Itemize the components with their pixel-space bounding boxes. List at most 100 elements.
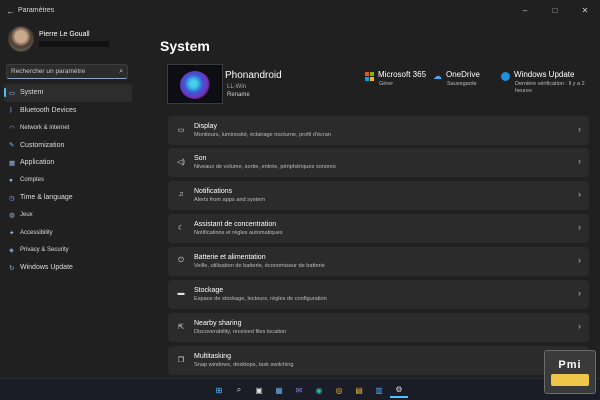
sidebar-item-label: Network & internet [20, 124, 70, 131]
title-bar: ← Paramètres – □ ✕ [0, 0, 600, 22]
sidebar-item-network[interactable]: ◠ Network & internet [4, 119, 132, 137]
display-icon: ▭ [177, 127, 185, 134]
card-sound[interactable]: ◁) Son Niveaux de volume, sortie, entrée… [168, 148, 589, 177]
card-subtitle: Espace de stockage, lecteurs, règles de … [194, 296, 327, 302]
card-subtitle: Notifications et règles automatiques [194, 230, 283, 236]
user-name: Pierre Le Gouall [39, 31, 90, 38]
sidebar-item-time-language[interactable]: ◷ Time & language [4, 189, 132, 207]
chevron-right-icon: › [578, 321, 581, 331]
card-title: Multitasking [194, 353, 231, 360]
sidebar-item-label: Customization [20, 141, 65, 149]
sidebar-item-gaming[interactable]: ◍ Jeux [4, 207, 132, 225]
card-display[interactable]: ▭ Display Moniteurs, luminosité, éclaira… [168, 116, 589, 145]
quick-subtitle-line2: heures [515, 88, 532, 94]
card-subtitle: Discoverability, received files location [194, 329, 287, 335]
apps-icon: ▦ [9, 159, 16, 167]
sidebar-nav: ▭ System ᛒ Bluetooth Devices ◠ Network &… [4, 84, 132, 277]
profile-info: Pierre Le Gouall [39, 31, 109, 47]
card-title: Batterie et alimentation [194, 254, 266, 261]
keyboard-icon [551, 373, 589, 386]
sidebar-item-label: Application [20, 159, 55, 167]
search-input[interactable] [11, 68, 120, 75]
sidebar-item-windows-update[interactable]: ↻ Windows Update [4, 259, 132, 277]
settings-icon[interactable]: ⚙ [390, 382, 408, 398]
rename-link[interactable]: Rename [227, 92, 250, 98]
card-subtitle: Niveaux de volume, sortie, entrée, périp… [194, 164, 336, 170]
quick-subtitle: Sauvegarde [447, 81, 477, 87]
card-title: Son [194, 155, 207, 162]
card-subtitle: Moniteurs, luminosité, éclairage nocturn… [194, 132, 331, 138]
back-arrow-icon[interactable]: ← [6, 6, 15, 16]
sidebar-item-privacy[interactable]: ◈ Privacy & Security [4, 242, 132, 260]
quick-title: Microsoft 365 [378, 70, 427, 79]
minimize-button[interactable]: – [510, 0, 540, 20]
chevron-right-icon: › [578, 255, 581, 265]
sidebar-item-bluetooth[interactable]: ᛒ Bluetooth Devices [4, 102, 132, 120]
chevron-right-icon: › [578, 288, 581, 298]
redacted-email [39, 41, 109, 47]
card-title: Display [194, 123, 217, 130]
card-storage[interactable]: ▬ Stockage Espace de stockage, lecteurs,… [168, 280, 589, 309]
close-button[interactable]: ✕ [570, 0, 600, 20]
quick-title: OneDrive [446, 70, 480, 79]
sidebar-item-label: Windows Update [20, 264, 73, 272]
bluetooth-icon: ᛒ [9, 106, 13, 114]
cloud-icon: ☁ [433, 71, 442, 81]
quick-subtitle: Dernière vérification : Il y a 2 [515, 81, 585, 87]
user-profile[interactable]: Pierre Le Gouall [8, 26, 109, 52]
chevron-right-icon: › [578, 156, 581, 166]
chrome-icon[interactable]: ◎ [330, 382, 348, 398]
microsoft-logo-icon [365, 72, 374, 81]
card-title: Notifications [194, 188, 233, 195]
sidebar-item-apps[interactable]: ▦ Application [4, 154, 132, 172]
update-icon [501, 72, 510, 81]
storage-icon: ▬ [177, 290, 185, 297]
edge-icon[interactable]: ◉ [310, 382, 328, 398]
device-wallpaper-thumbnail [167, 64, 223, 104]
card-title: Assistant de concentration [194, 221, 277, 228]
monitor-icon: ▭ [9, 89, 16, 97]
card-title: Nearby sharing [194, 320, 242, 327]
store-icon[interactable]: ▥ [370, 382, 388, 398]
card-nearby-sharing[interactable]: ⇱ Nearby sharing Discoverability, receiv… [168, 313, 589, 342]
brush-icon: ✎ [9, 142, 15, 150]
windows-start-icon[interactable]: ⊞ [210, 382, 228, 398]
taskbar-icons: ⊞ ⌕ ▣ ▦ ✉ ◉ ◎ ▤ ▥ ⚙ [210, 382, 410, 398]
sidebar-item-label: Jeux [20, 212, 33, 219]
card-subtitle: Veille, utilisation de batterie, économi… [194, 263, 325, 269]
card-notifications[interactable]: ♫ Notifications Alerts from apps and sys… [168, 181, 589, 210]
gamepad-icon: ◍ [9, 212, 15, 220]
wifi-icon: ◠ [9, 124, 15, 132]
chat-icon[interactable]: ✉ [290, 382, 308, 398]
search-icon[interactable]: ⌕ [119, 68, 123, 76]
sidebar-item-accounts[interactable]: ● Comptes [4, 172, 132, 190]
sidebar-item-customization[interactable]: ✎ Customization [4, 137, 132, 155]
sidebar-item-system[interactable]: ▭ System [4, 84, 132, 102]
sidebar-item-label: Time & language [20, 194, 73, 202]
widgets-icon[interactable]: ▦ [270, 382, 288, 398]
quick-title: Windows Update [514, 70, 575, 79]
device-header: Phonandroid LL-Win Rename Microsoft 365 … [165, 64, 590, 106]
accessibility-icon: ✦ [9, 229, 15, 237]
app-title: Paramètres [18, 7, 55, 14]
chevron-right-icon: › [578, 124, 581, 134]
update-icon: ↻ [9, 264, 15, 272]
watermark-text: Pmi [558, 358, 582, 371]
maximize-button[interactable]: □ [540, 0, 570, 20]
search-box[interactable]: ⌕ [6, 64, 128, 79]
card-multitasking[interactable]: ❐ Multitasking Snap windows, desktops, t… [168, 346, 589, 375]
card-focus-assist[interactable]: ☾ Assistant de concentration Notificatio… [168, 214, 589, 243]
card-power-battery[interactable]: ⏻ Batterie et alimentation Veille, utili… [168, 247, 589, 276]
sidebar-item-label: Accessibility [20, 229, 53, 236]
bell-icon: ♫ [178, 191, 184, 198]
device-name: Phonandroid [225, 70, 282, 81]
page-title: System [160, 38, 210, 54]
search-icon[interactable]: ⌕ [230, 382, 248, 398]
sidebar-item-accessibility[interactable]: ✦ Accessibility [4, 224, 132, 242]
speaker-icon: ◁) [177, 159, 185, 166]
explorer-icon[interactable]: ▤ [350, 382, 368, 398]
avatar [8, 26, 34, 52]
task-view-icon[interactable]: ▣ [250, 382, 268, 398]
site-watermark-logo: Pmi [544, 350, 596, 394]
sidebar-item-label: Privacy & Security [20, 247, 69, 254]
